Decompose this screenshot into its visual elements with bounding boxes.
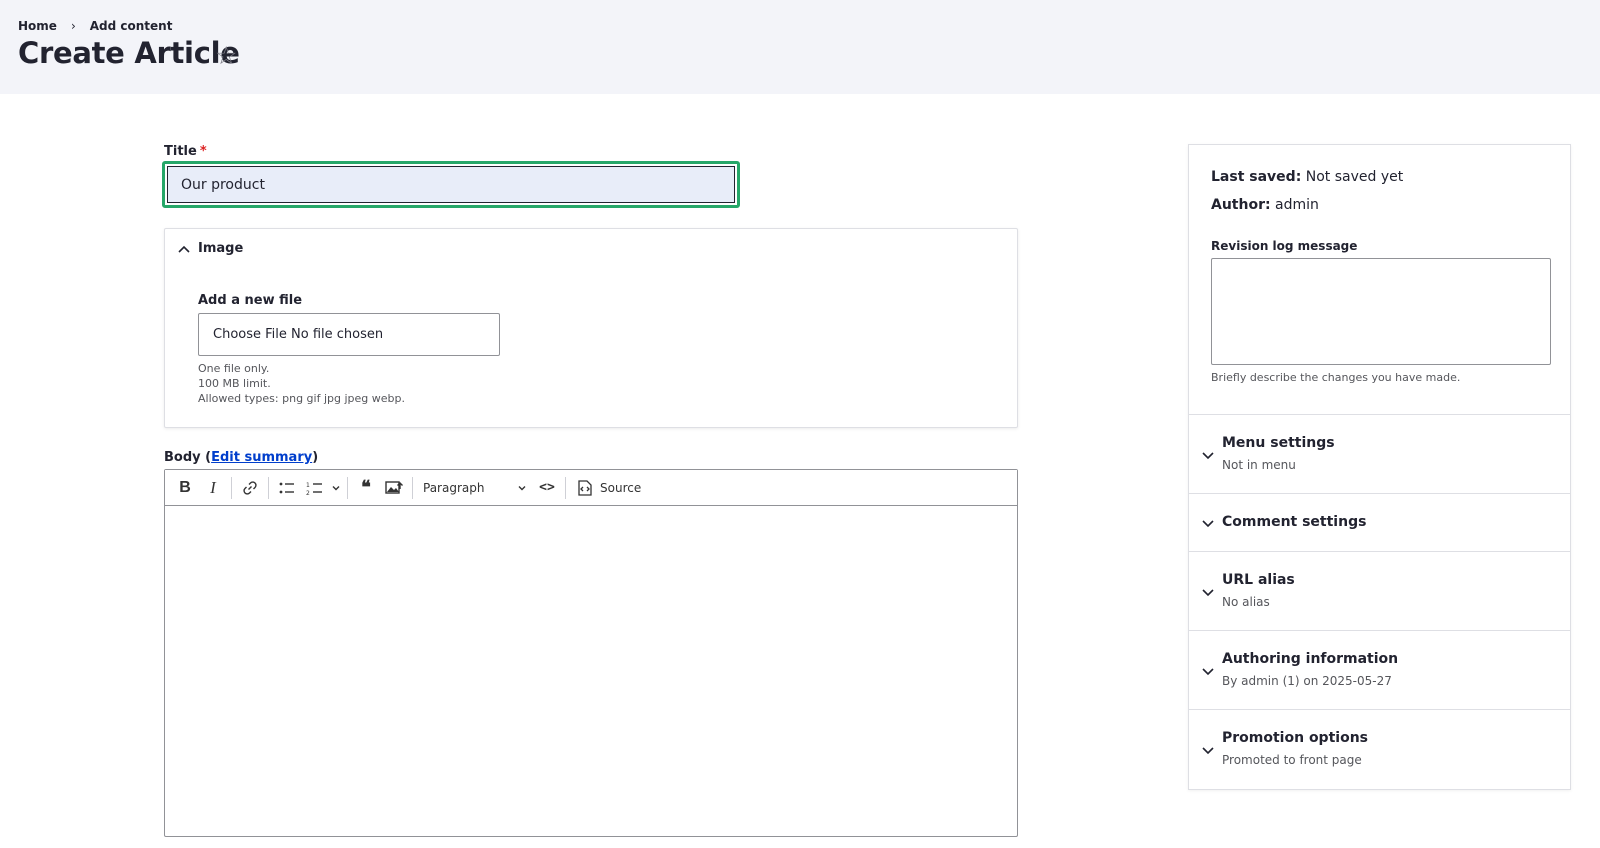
chevron-down-icon (518, 485, 526, 490)
section-title: Authoring information (1222, 651, 1399, 667)
authoring-information-section[interactable]: Authoring information By admin (1) on 20… (1189, 630, 1570, 709)
bulleted-list-icon[interactable] (273, 474, 301, 502)
section-subtitle: Not in menu (1222, 458, 1296, 472)
body-label-text: Body (164, 450, 201, 465)
image-summary[interactable]: Image (177, 241, 243, 256)
star-icon[interactable]: ☆ (215, 42, 237, 70)
author-value: admin (1275, 197, 1319, 213)
source-label: Source (600, 480, 642, 495)
title-label: Title * (164, 144, 207, 159)
section-title: Promotion options (1222, 730, 1368, 746)
italic-icon[interactable]: I (199, 474, 227, 502)
svg-text:1: 1 (306, 482, 310, 489)
author: Author: admin (1211, 197, 1319, 213)
promotion-options-section[interactable]: Promotion options Promoted to front page (1189, 709, 1570, 789)
list-dropdown-chevron-down-icon[interactable] (329, 474, 343, 502)
file-desc-line: One file only. (198, 362, 270, 375)
chevron-down-icon (1202, 520, 1214, 528)
section-title: URL alias (1222, 572, 1295, 588)
choose-file-button[interactable]: Choose File (213, 327, 287, 342)
paragraph-format-label: Paragraph (423, 480, 485, 495)
section-title: Menu settings (1222, 435, 1335, 451)
author-label: Author: (1211, 197, 1271, 213)
breadcrumb-home[interactable]: Home (18, 19, 57, 33)
menu-settings-section[interactable]: Menu settings Not in menu (1189, 414, 1570, 493)
file-label: Add a new file (198, 293, 303, 308)
toolbar-divider (412, 476, 413, 499)
body-label: Body (Edit summary) (164, 450, 319, 465)
file-desc-line: 100 MB limit. (198, 377, 271, 390)
file-status: No file chosen (291, 327, 384, 342)
image-summary-label: Image (198, 241, 244, 256)
numbered-list-icon[interactable]: 12 (301, 474, 329, 502)
revision-log-textarea[interactable] (1211, 258, 1551, 365)
section-subtitle: Promoted to front page (1222, 753, 1362, 767)
source-icon (578, 479, 592, 496)
breadcrumb: Home › Add content (18, 19, 172, 33)
paragraph-format-select[interactable]: Paragraph (417, 474, 533, 502)
editor-toolbar: B I 12 ❝ Paragraph <> Source (165, 470, 1017, 506)
file-description: One file only. 100 MB limit. Allowed typ… (198, 361, 405, 406)
code-icon[interactable]: <> (533, 474, 561, 502)
meta-sidebar: Last saved: Not saved yet Author: admin … (1188, 144, 1571, 790)
file-desc-line: Allowed types: png gif jpg jpeg webp. (198, 392, 405, 405)
page-header: Home › Add content Create Article ☆ (0, 0, 1600, 94)
toolbar-divider (268, 476, 269, 499)
revision-log-description: Briefly describe the changes you have ma… (1211, 371, 1461, 384)
source-button[interactable]: Source (570, 479, 647, 497)
chevron-down-icon (1202, 747, 1214, 755)
required-mark: * (199, 144, 207, 159)
section-title: Comment settings (1222, 514, 1367, 530)
chevron-down-icon (1202, 589, 1214, 597)
chevron-down-icon (1202, 452, 1214, 460)
image-section: Image Add a new file Choose File No file… (164, 228, 1018, 428)
breadcrumb-separator: › (70, 19, 76, 33)
chevron-up-icon (178, 245, 190, 253)
section-subtitle: No alias (1222, 595, 1270, 609)
toolbar-divider (347, 476, 348, 499)
body-editor: B I 12 ❝ Paragraph <> Source (164, 469, 1018, 837)
chevron-down-icon (1202, 668, 1214, 676)
last-saved-value: Not saved yet (1305, 169, 1404, 185)
url-alias-section[interactable]: URL alias No alias (1189, 551, 1570, 630)
toolbar-divider (231, 476, 232, 499)
edit-summary-link[interactable]: Edit summary (211, 450, 312, 465)
toolbar-divider (565, 476, 566, 499)
breadcrumb-add-content[interactable]: Add content (90, 19, 173, 33)
bold-icon[interactable]: B (171, 474, 199, 502)
svg-text:2: 2 (306, 490, 310, 496)
link-icon[interactable] (236, 474, 264, 502)
image-upload-icon[interactable] (380, 474, 408, 502)
revision-log-label: Revision log message (1211, 239, 1358, 253)
section-subtitle: By admin (1) on 2025-05-27 (1222, 674, 1392, 688)
last-saved: Last saved: Not saved yet (1211, 169, 1403, 185)
comment-settings-section[interactable]: Comment settings (1189, 493, 1570, 551)
title-input[interactable] (162, 161, 740, 208)
file-input[interactable]: Choose File No file chosen (198, 313, 500, 356)
blockquote-icon[interactable]: ❝ (352, 474, 380, 502)
last-saved-label: Last saved: (1211, 169, 1302, 185)
title-label-text: Title (164, 144, 197, 159)
page-title: Create Article (18, 36, 240, 70)
